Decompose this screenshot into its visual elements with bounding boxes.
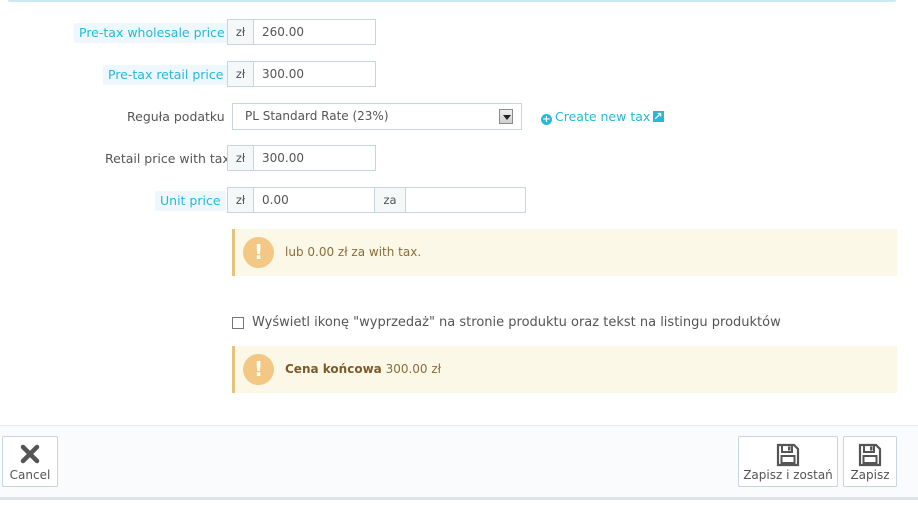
final-price-text: Cena końcowa 300.00 zł [285, 360, 441, 378]
plus-circle-icon: + [541, 114, 552, 125]
save-and-stay-button[interactable]: Zapisz i zostań [738, 436, 838, 487]
wholesale-price-label: Pre-tax wholesale price [74, 23, 230, 43]
retail-price-label: Pre-tax retail price [103, 65, 229, 85]
create-new-tax-link[interactable]: + Create new tax [541, 108, 665, 126]
unit-price-label: Unit price [155, 191, 226, 211]
unit-price-info-alert: ! lub 0.00 zł za with tax. [232, 229, 897, 276]
panel-top-border [8, 0, 896, 2]
footer-divider [0, 425, 918, 426]
create-new-tax-label: Create new tax [555, 109, 651, 124]
on-sale-checkbox[interactable] [232, 317, 244, 329]
currency-addon: zł [227, 145, 254, 171]
retail-with-tax-label: Retail price with tax [105, 151, 230, 166]
retail-price-input[interactable]: 300.00 [253, 61, 376, 87]
final-price-alert: ! Cena końcowa 300.00 zł [232, 346, 897, 393]
tax-rule-label: Reguła podatku [127, 109, 225, 124]
save-icon [858, 443, 882, 467]
save-icon [776, 443, 800, 467]
retail-with-tax-input[interactable]: 300.00 [253, 145, 376, 171]
save-button[interactable]: Zapisz [843, 436, 897, 487]
per-unit-addon: za [374, 187, 406, 213]
currency-addon: zł [227, 187, 254, 213]
unity-input[interactable] [405, 187, 526, 213]
unit-price-input[interactable]: 0.00 [253, 187, 375, 213]
save-and-stay-label: Zapisz i zostań [743, 468, 833, 482]
footer-bottom-border [0, 497, 918, 500]
on-sale-label[interactable]: Wyświetl ikonę "wyprzedaż" na stronie pr… [252, 313, 781, 333]
external-link-icon [653, 108, 665, 126]
exclamation-icon: ! [243, 354, 274, 385]
save-button-label: Zapisz [850, 468, 890, 482]
tax-rule-selected-value: PL Standard Rate (23%) [245, 109, 389, 123]
unit-price-info-text: lub 0.00 zł za with tax. [285, 245, 422, 259]
cancel-button[interactable]: Cancel [2, 436, 58, 487]
cancel-button-label: Cancel [9, 468, 51, 482]
close-icon [20, 444, 40, 464]
tax-rule-select[interactable]: PL Standard Rate (23%) [232, 103, 522, 130]
exclamation-icon: ! [243, 237, 274, 268]
currency-addon: zł [227, 61, 254, 87]
final-price-value: 300.00 zł [385, 362, 442, 376]
final-price-label: Cena końcowa [285, 362, 382, 376]
wholesale-price-input[interactable]: 260.00 [253, 19, 376, 45]
currency-addon: zł [227, 19, 254, 45]
chevron-down-icon[interactable] [499, 109, 513, 124]
